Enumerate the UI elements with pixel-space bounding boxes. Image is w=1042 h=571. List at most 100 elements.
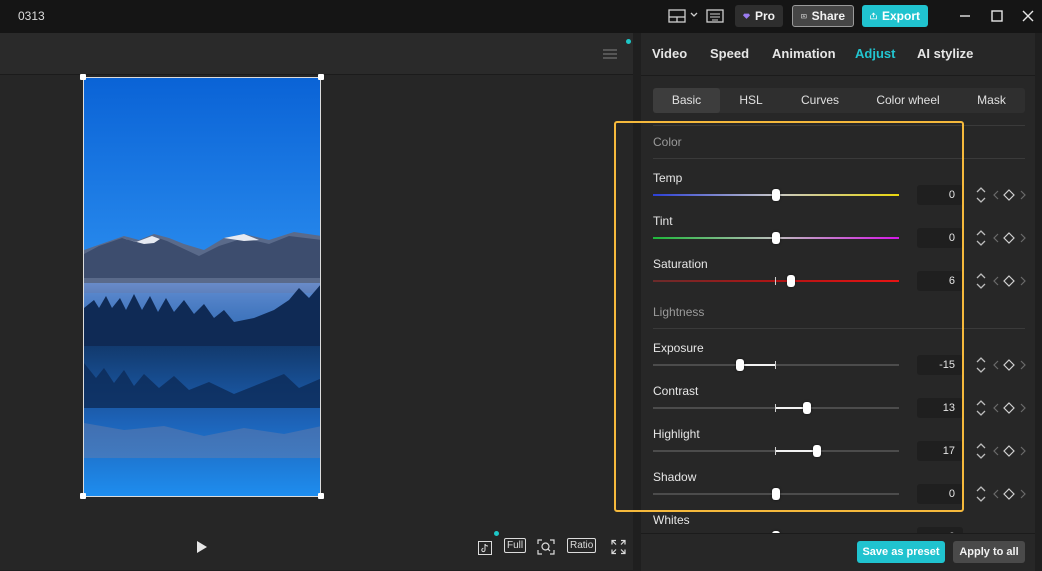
fullscreen-icon[interactable] <box>611 538 626 556</box>
ratio-label: Ratio <box>567 538 597 553</box>
exposure-label: Exposure <box>653 341 704 355</box>
resize-handle-br[interactable] <box>318 493 324 499</box>
maximize-icon[interactable] <box>989 8 1005 24</box>
tint-slider[interactable] <box>653 232 899 244</box>
shadow-keyframe-icon[interactable] <box>993 488 1027 500</box>
contrast-knob[interactable] <box>803 402 811 414</box>
tab-speed[interactable]: Speed <box>710 46 749 61</box>
player-panel: Full Ratio <box>0 33 633 570</box>
saturation-stepper-icon[interactable] <box>975 271 987 291</box>
temp-stepper-icon[interactable] <box>975 185 987 205</box>
tint-keyframe-icon[interactable] <box>993 232 1027 244</box>
gem-icon <box>743 13 750 19</box>
tiktok-icon[interactable] <box>478 538 492 556</box>
exposure-value[interactable]: -15 <box>917 355 963 375</box>
subtab-mask[interactable]: Mask <box>958 88 1025 113</box>
saturation-center-tick <box>775 277 776 285</box>
tab-video[interactable]: Video <box>652 46 687 61</box>
highlight-stepper-icon[interactable] <box>975 441 987 461</box>
export-label: Export <box>881 9 920 23</box>
save-as-preset-button[interactable]: Save as preset <box>857 541 945 563</box>
exposure-stepper-icon[interactable] <box>975 355 987 375</box>
apply-to-all-button[interactable]: Apply to all <box>953 541 1025 563</box>
highlight-keyframe-icon[interactable] <box>993 445 1027 457</box>
minimize-icon[interactable] <box>957 8 973 24</box>
temp-slider[interactable] <box>653 189 899 201</box>
exposure-slider[interactable] <box>653 359 899 371</box>
subtab-basic[interactable]: Basic <box>653 88 720 113</box>
resize-handle-tr[interactable] <box>318 74 324 80</box>
temp-label: Temp <box>653 171 683 185</box>
subtab-hsl[interactable]: HSL <box>720 88 782 113</box>
section-color-title: Color <box>653 135 682 149</box>
temp-knob[interactable] <box>772 189 780 201</box>
zoom-fit-icon[interactable] <box>537 538 555 556</box>
menu-icon[interactable] <box>603 49 617 59</box>
saturation-knob[interactable] <box>787 275 795 287</box>
tab-ai-stylize[interactable]: AI stylize <box>917 46 973 61</box>
player-header <box>0 33 633 75</box>
play-icon[interactable] <box>196 540 208 554</box>
panel-footer: Save as preset Apply to all <box>641 533 1035 571</box>
temp-keyframe-icon[interactable] <box>993 189 1027 201</box>
chevron-down-icon[interactable] <box>690 12 698 18</box>
saturation-label: Saturation <box>653 257 708 271</box>
keyboard-icon[interactable] <box>706 9 724 23</box>
layout-icon[interactable] <box>668 9 686 23</box>
project-title: 0313 <box>18 9 45 23</box>
contrast-stepper-icon[interactable] <box>975 398 987 418</box>
subtab-curves[interactable]: Curves <box>782 88 858 113</box>
title-bar: 0313 Pro Share Export <box>0 0 1042 33</box>
tint-value[interactable]: 0 <box>917 228 963 248</box>
contrast-value[interactable]: 13 <box>917 398 963 418</box>
adjust-panel: Video Speed Animation Adjust AI stylize … <box>641 33 1035 570</box>
tab-adjust[interactable]: Adjust <box>855 46 895 61</box>
close-icon[interactable] <box>1020 8 1036 24</box>
shadow-stepper-icon[interactable] <box>975 484 987 504</box>
highlight-slider[interactable] <box>653 445 899 457</box>
exposure-fill <box>740 364 776 366</box>
contrast-label: Contrast <box>653 384 699 398</box>
saturation-value[interactable]: 6 <box>917 271 963 291</box>
contrast-keyframe-icon[interactable] <box>993 402 1027 414</box>
pro-button[interactable]: Pro <box>735 5 783 27</box>
shadow-label: Shadow <box>653 470 697 484</box>
highlight-value[interactable]: 17 <box>917 441 963 461</box>
shadow-knob[interactable] <box>772 488 780 500</box>
tab-animation[interactable]: Animation <box>772 46 836 61</box>
export-button[interactable]: Export <box>862 5 928 27</box>
highlight-fill <box>776 450 817 452</box>
whites-label: Whites <box>653 513 690 527</box>
saturation-keyframe-icon[interactable] <box>993 275 1027 287</box>
contrast-slider[interactable] <box>653 402 899 414</box>
shadow-slider[interactable] <box>653 488 899 500</box>
resize-handle-tl[interactable] <box>80 74 86 80</box>
ratio-button[interactable]: Ratio <box>567 538 597 556</box>
section-lightness-title: Lightness <box>653 305 705 319</box>
video-canvas[interactable] <box>83 77 321 497</box>
divider <box>653 328 1025 329</box>
share-button[interactable]: Share <box>792 5 854 27</box>
subtab-color-wheel[interactable]: Color wheel <box>858 88 958 113</box>
temp-value[interactable]: 0 <box>917 185 963 205</box>
exposure-keyframe-icon[interactable] <box>993 359 1027 371</box>
pro-label: Pro <box>754 9 775 23</box>
saturation-slider[interactable] <box>653 275 899 287</box>
tint-label: Tint <box>653 214 673 228</box>
tint-stepper-icon[interactable] <box>975 228 987 248</box>
full-button[interactable]: Full <box>504 538 527 556</box>
divider <box>653 158 1025 159</box>
share-icon <box>801 13 807 18</box>
highlight-label: Highlight <box>653 427 700 441</box>
highlight-center-tick <box>775 447 776 455</box>
highlight-knob[interactable] <box>813 445 821 457</box>
export-icon <box>870 12 877 20</box>
divider <box>653 125 1025 126</box>
shadow-value[interactable]: 0 <box>917 484 963 504</box>
share-label: Share <box>811 9 845 23</box>
tint-knob[interactable] <box>772 232 780 244</box>
notification-dot <box>626 39 631 44</box>
video-frame-image <box>84 78 320 496</box>
resize-handle-bl[interactable] <box>80 493 86 499</box>
exposure-knob[interactable] <box>736 359 744 371</box>
